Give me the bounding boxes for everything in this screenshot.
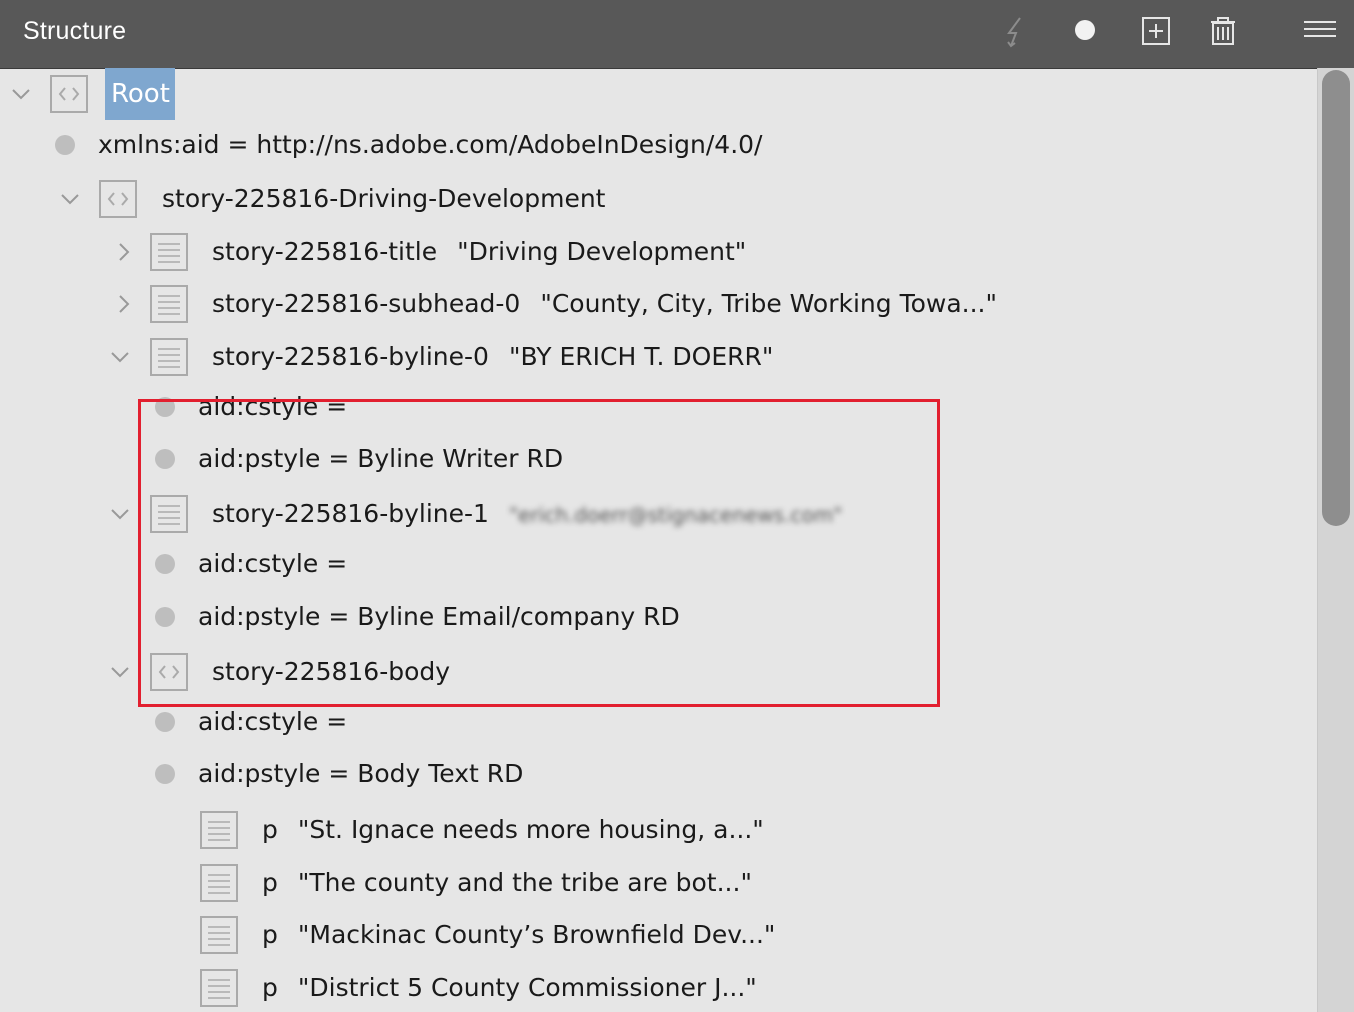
text-element-icon bbox=[150, 338, 188, 376]
chevron-down-icon[interactable] bbox=[108, 502, 132, 526]
record-dot-icon[interactable] bbox=[1065, 12, 1105, 52]
panel-header: Structure bbox=[0, 0, 1354, 69]
lightning-icon[interactable] bbox=[996, 12, 1036, 52]
text-element-icon bbox=[200, 969, 238, 1007]
element-tag-icon bbox=[150, 653, 188, 691]
tree-row-label: story-225816-subhead-0 bbox=[212, 289, 521, 318]
tree-row-label: aid:pstyle = Body Text RD bbox=[198, 759, 524, 788]
tree-row-label: p bbox=[262, 973, 278, 1002]
attribute-dot-icon bbox=[155, 764, 175, 784]
tree-row-paragraph[interactable]: p "Mackinac County’s Brownfield Dev..." bbox=[0, 909, 1318, 961]
tree-row-text-element[interactable]: story-225816-byline-1 "erich.doerr@stigna… bbox=[0, 488, 1318, 540]
text-element-icon bbox=[200, 811, 238, 849]
tree-row-label: aid:cstyle = bbox=[198, 549, 348, 578]
tree-row-label: aid:cstyle = bbox=[198, 707, 348, 736]
tree-row-label: p bbox=[262, 815, 278, 844]
text-element-icon bbox=[200, 864, 238, 902]
structure-tree: Root xmlns:aid = http://ns.adobe.com/Ado… bbox=[0, 68, 1318, 1012]
menu-icon[interactable] bbox=[1300, 12, 1340, 52]
tree-row-root[interactable]: Root bbox=[0, 68, 1318, 120]
panel-title: Structure bbox=[23, 17, 127, 45]
trash-icon[interactable] bbox=[1203, 12, 1243, 52]
tree-row-label: p bbox=[262, 868, 278, 897]
chevron-down-icon[interactable] bbox=[9, 82, 33, 106]
tree-row-label: xmlns:aid = http://ns.adobe.com/AdobeInD… bbox=[98, 130, 763, 159]
tree-row-value: "District 5 County Commissioner J..." bbox=[297, 973, 757, 1002]
tree-row-value: "Mackinac County’s Brownfield Dev..." bbox=[297, 920, 776, 949]
tree-row-paragraph[interactable]: p "District 5 County Commissioner J..." bbox=[0, 962, 1318, 1012]
tree-row-value: "Driving Development" bbox=[457, 237, 747, 266]
tree-row-element[interactable]: story-225816-body bbox=[0, 646, 1318, 698]
tree-row-value: "St. Ignace needs more housing, a..." bbox=[297, 815, 764, 844]
tree-row-text-element[interactable]: story-225816-title "Driving Development" bbox=[0, 226, 1318, 278]
add-element-icon[interactable] bbox=[1136, 12, 1176, 52]
chevron-down-icon[interactable] bbox=[108, 660, 132, 684]
tree-row-label: story-225816-body bbox=[212, 657, 451, 686]
tree-row-label: story-225816-byline-0 bbox=[212, 342, 489, 371]
attribute-dot-icon bbox=[155, 449, 175, 469]
chevron-right-icon[interactable] bbox=[112, 240, 136, 264]
attribute-dot-icon bbox=[155, 554, 175, 574]
tree-row-label: aid:pstyle = Byline Writer RD bbox=[198, 444, 564, 473]
vertical-scrollbar[interactable] bbox=[1317, 68, 1354, 1012]
tree-row-attribute[interactable]: aid:cstyle = bbox=[0, 538, 1318, 590]
tree-row-attribute[interactable]: aid:cstyle = bbox=[0, 696, 1318, 748]
element-tag-icon bbox=[50, 75, 88, 113]
chevron-down-icon[interactable] bbox=[58, 187, 82, 211]
chevron-right-icon[interactable] bbox=[112, 292, 136, 316]
tree-row-value: "County, City, Tribe Working Towa..." bbox=[540, 289, 998, 318]
tree-row-attribute[interactable]: aid:pstyle = Byline Email/company RD bbox=[0, 591, 1318, 643]
text-element-icon bbox=[150, 285, 188, 323]
attribute-dot-icon bbox=[155, 607, 175, 627]
tree-row-label: aid:pstyle = Byline Email/company RD bbox=[198, 602, 680, 631]
tree-row-paragraph[interactable]: p "The county and the tribe are bot..." bbox=[0, 857, 1318, 909]
attribute-dot-icon bbox=[155, 712, 175, 732]
tree-row-attribute[interactable]: aid:pstyle = Byline Writer RD bbox=[0, 433, 1318, 485]
tree-row-label: story-225816-Driving-Development bbox=[162, 184, 606, 213]
text-element-icon bbox=[200, 916, 238, 954]
tree-row-paragraph[interactable]: p "St. Ignace needs more housing, a..." bbox=[0, 804, 1318, 856]
tree-row-text-element[interactable]: story-225816-subhead-0 "County, City, Tri… bbox=[0, 278, 1318, 330]
tree-row-label: story-225816-title bbox=[212, 237, 438, 266]
chevron-down-icon[interactable] bbox=[108, 345, 132, 369]
element-tag-icon bbox=[99, 180, 137, 218]
tree-row-value-redacted: "erich.doerr@stignacenews.com" bbox=[508, 503, 843, 527]
tree-row-element[interactable]: story-225816-Driving-Development bbox=[0, 173, 1318, 225]
tree-row-text-element[interactable]: story-225816-byline-0 "BY ERICH T. DOERR" bbox=[0, 331, 1318, 383]
tree-row-value: "BY ERICH T. DOERR" bbox=[508, 342, 774, 371]
attribute-dot-icon bbox=[55, 135, 75, 155]
tree-row-attribute[interactable]: aid:pstyle = Body Text RD bbox=[0, 748, 1318, 800]
tree-row-value: "The county and the tribe are bot..." bbox=[297, 868, 752, 897]
text-element-icon bbox=[150, 233, 188, 271]
tree-row-label: aid:cstyle = bbox=[198, 392, 348, 421]
text-element-icon bbox=[150, 495, 188, 533]
root-label[interactable]: Root bbox=[105, 68, 175, 120]
attribute-dot-icon bbox=[155, 397, 175, 417]
tree-row-attribute[interactable]: aid:cstyle = bbox=[0, 381, 1318, 433]
scrollbar-thumb[interactable] bbox=[1322, 70, 1350, 526]
tree-row-attribute[interactable]: xmlns:aid = http://ns.adobe.com/AdobeInD… bbox=[0, 119, 1318, 171]
tree-row-label: p bbox=[262, 920, 278, 949]
tree-row-label: story-225816-byline-1 bbox=[212, 499, 489, 528]
